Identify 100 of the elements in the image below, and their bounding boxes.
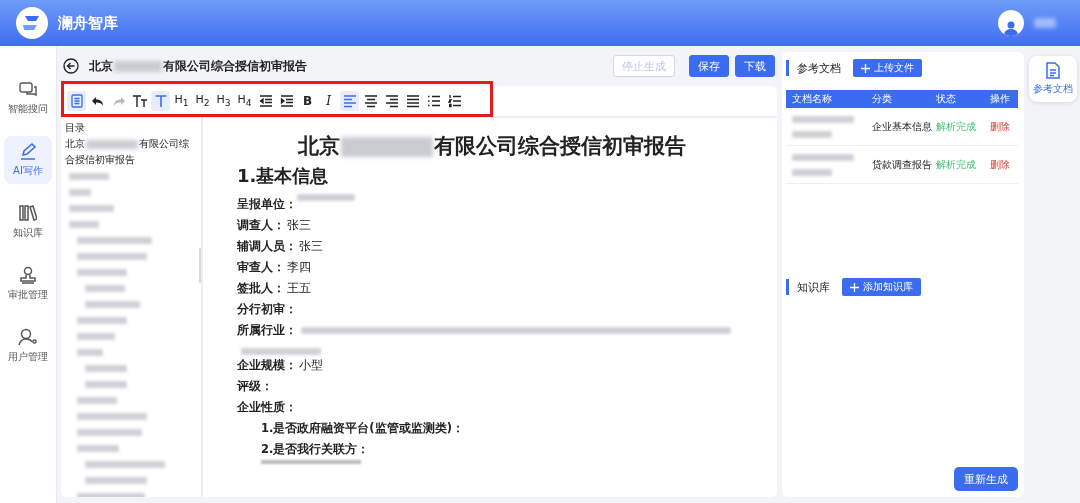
column-header: 分类: [872, 92, 893, 106]
field-label: 呈报单位：: [237, 196, 297, 213]
sidebar-item[interactable]: 用户管理: [4, 322, 52, 370]
format-button[interactable]: H$_{2}$: [193, 91, 212, 111]
field-label: 评级：: [237, 378, 273, 395]
document-icon: [69, 94, 84, 108]
align-center-icon: [363, 94, 378, 108]
blurred-text[interactable]: [85, 364, 127, 372]
regenerate-button[interactable]: 重新生成: [954, 467, 1018, 491]
blurred-text[interactable]: [77, 412, 147, 420]
outline-heading: 目录: [65, 121, 86, 135]
pen-icon: [19, 142, 37, 160]
redo-icon: [111, 94, 126, 108]
document-title: 北京 有限公司综合授信初审报告: [89, 57, 307, 75]
field-label: 调查人：: [237, 217, 285, 234]
justify-icon: [405, 94, 420, 108]
blurred-text[interactable]: [77, 268, 127, 276]
text-icon: [153, 94, 168, 108]
books-icon: [19, 204, 37, 222]
format-button[interactable]: H$_{3}$: [214, 91, 233, 111]
section-title: 参考文档: [797, 60, 841, 76]
field-label: 签批人：: [237, 280, 285, 297]
blurred-text[interactable]: [69, 188, 91, 196]
bullet-list-icon: [426, 94, 441, 108]
blurred-text[interactable]: [77, 316, 127, 324]
blurred-text[interactable]: [77, 428, 142, 436]
document-icon: [1046, 62, 1060, 79]
sidebar-item[interactable]: AI写作: [4, 136, 52, 184]
blurred-text[interactable]: [69, 172, 109, 180]
field-value: 王五: [287, 280, 311, 297]
status-text: 解析完成: [936, 157, 977, 172]
font-size-icon: [131, 94, 148, 108]
column-header: 状态: [936, 92, 957, 106]
format-button[interactable]: H$_{1}$: [172, 91, 191, 111]
sidebar-item[interactable]: 知识库: [4, 198, 52, 246]
table-cell-text: 企业基本信息: [872, 119, 933, 134]
upload-button[interactable]: 上传文件: [853, 59, 922, 77]
question-line: 2.是否我行关联方：: [260, 441, 371, 458]
blurred-text: [792, 168, 832, 176]
sidebar-item[interactable]: 智能搜问: [4, 76, 52, 122]
field-label: 企业规模：: [237, 357, 297, 374]
status-text: 解析完成: [936, 119, 977, 134]
stamp-icon: [19, 266, 37, 284]
sidebar-item[interactable]: 审批管理: [4, 260, 52, 308]
format-button[interactable]: B: [298, 91, 317, 111]
back-icon[interactable]: [63, 58, 79, 74]
blurred-text[interactable]: [77, 332, 115, 340]
align-left-icon: [342, 94, 357, 108]
section-title: 知识库: [797, 279, 830, 295]
toolbar-button[interactable]: 保存: [689, 55, 729, 77]
align-right-icon: [384, 94, 399, 108]
blurred-text: [297, 194, 355, 201]
format-button[interactable]: H$_{4}$: [235, 91, 254, 111]
blurred-text[interactable]: [85, 460, 165, 468]
field-label: 分行初审：: [237, 301, 297, 318]
blurred-text[interactable]: [69, 204, 114, 212]
blurred-text[interactable]: [85, 284, 125, 292]
table-cell-text: 贷款调查报告: [872, 157, 933, 172]
field-value: 张三: [299, 238, 323, 255]
blurred-text[interactable]: [77, 492, 145, 497]
blurred-text[interactable]: [85, 476, 147, 484]
format-button[interactable]: I: [319, 91, 338, 111]
blurred-text: [1034, 18, 1056, 28]
app-name: 澜舟智库: [58, 13, 118, 33]
numbered-list-icon: [447, 94, 462, 108]
toolbar-button[interactable]: 下载: [735, 55, 775, 77]
logo-icon: [16, 7, 48, 39]
blurred-text[interactable]: [85, 300, 140, 308]
field-value: 李四: [287, 259, 311, 276]
report-title: 北京 有限公司综合授信初审报告: [297, 133, 687, 160]
blurred-text[interactable]: [85, 380, 127, 388]
blurred-text[interactable]: [77, 348, 103, 356]
field-value: 张三: [287, 217, 311, 234]
blurred-text: [792, 115, 854, 123]
delete-link[interactable]: 删除: [990, 119, 1014, 134]
side-tab[interactable]: 参考文档: [1029, 56, 1077, 102]
column-header: 文档名称: [791, 92, 833, 106]
blurred-text[interactable]: [77, 252, 147, 260]
column-header: 操作: [990, 92, 1011, 106]
blurred-text[interactable]: [77, 396, 117, 404]
avatar-icon[interactable]: [998, 10, 1024, 36]
blurred-text[interactable]: [69, 220, 99, 228]
field-label: 辅调人员：: [237, 238, 297, 255]
user-gear-icon: [18, 328, 38, 346]
add-knowledge-button[interactable]: 添加知识库: [842, 278, 921, 296]
section-heading: 1.基本信息: [237, 164, 330, 188]
question-line: 1.是否政府融资平台(监管或监测类)：: [260, 420, 465, 437]
plus-icon: [861, 63, 870, 73]
blurred-text[interactable]: [77, 444, 119, 452]
blurred-text: [792, 130, 832, 138]
outdent-icon: [258, 94, 273, 108]
outline-title[interactable]: 北京 有限公司综合授信初审报告: [65, 136, 189, 168]
field-label: 所属行业：: [237, 322, 297, 339]
delete-link[interactable]: 删除: [990, 157, 1014, 172]
plus-icon: [850, 282, 859, 292]
blurred-text: [792, 153, 854, 161]
chat-icon: [19, 82, 37, 98]
field-value: 小型: [299, 357, 323, 374]
field-label: 审查人：: [237, 259, 285, 276]
blurred-text[interactable]: [77, 236, 152, 244]
